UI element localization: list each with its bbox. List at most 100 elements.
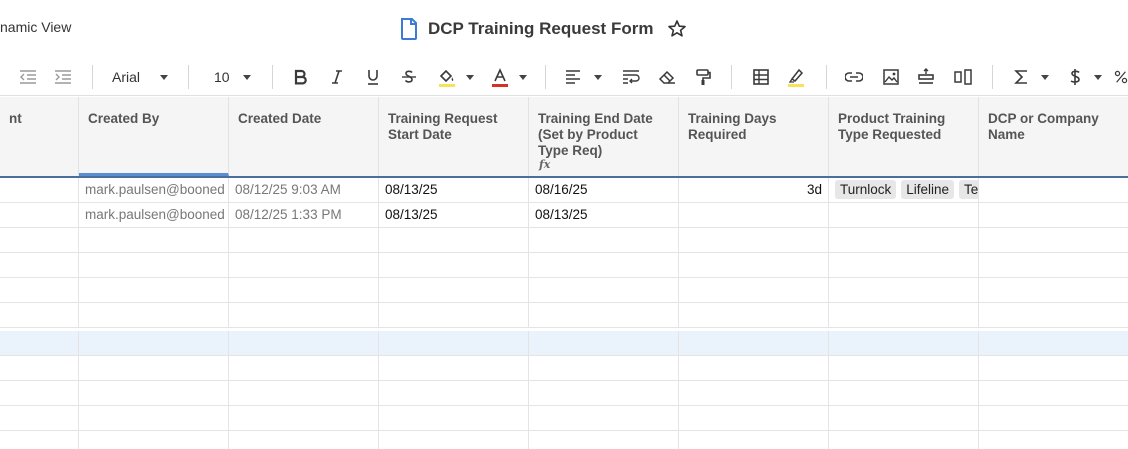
table-cell[interactable] bbox=[379, 278, 529, 303]
bold-icon[interactable] bbox=[289, 64, 311, 90]
table-cell[interactable] bbox=[0, 203, 79, 228]
table-cell[interactable]: mark.paulsen@booned bbox=[79, 203, 229, 228]
table-cell[interactable] bbox=[0, 406, 79, 431]
table-cell[interactable] bbox=[379, 431, 529, 449]
table-icon[interactable] bbox=[750, 64, 772, 90]
paint-format-icon[interactable] bbox=[692, 64, 714, 90]
table-cell[interactable]: Turnlock Lifeline Te bbox=[829, 178, 979, 203]
table-cell[interactable] bbox=[0, 331, 79, 356]
table-cell[interactable] bbox=[529, 303, 679, 328]
table-cell[interactable]: 08/16/25 bbox=[529, 178, 679, 203]
table-cell[interactable] bbox=[229, 303, 379, 328]
column-header-created-by[interactable]: Created By bbox=[79, 97, 229, 176]
table-cell[interactable] bbox=[379, 406, 529, 431]
table-cell[interactable] bbox=[79, 253, 229, 278]
table-cell[interactable] bbox=[829, 406, 979, 431]
table-cell[interactable] bbox=[79, 303, 229, 328]
table-cell[interactable] bbox=[379, 228, 529, 253]
table-cell[interactable] bbox=[0, 178, 79, 203]
table-cell[interactable] bbox=[229, 431, 379, 449]
table-cell[interactable] bbox=[679, 253, 829, 278]
table-cell[interactable] bbox=[229, 278, 379, 303]
fill-color-icon[interactable] bbox=[435, 64, 459, 90]
table-cell[interactable] bbox=[829, 253, 979, 278]
table-cell[interactable] bbox=[529, 381, 679, 406]
table-row[interactable] bbox=[0, 253, 1128, 278]
column-header-end-date[interactable]: Training End Date (Set by Product Type R… bbox=[529, 97, 679, 176]
view-selector[interactable]: namic View bbox=[0, 19, 71, 35]
row-height-icon[interactable] bbox=[915, 64, 937, 90]
table-cell[interactable] bbox=[0, 228, 79, 253]
percent-icon[interactable] bbox=[1114, 64, 1128, 90]
column-header-created-date[interactable]: Created Date bbox=[229, 97, 379, 176]
table-cell[interactable] bbox=[379, 356, 529, 381]
table-cell[interactable] bbox=[679, 406, 829, 431]
table-cell[interactable] bbox=[829, 331, 979, 356]
align-left-icon[interactable] bbox=[563, 64, 583, 90]
table-cell[interactable] bbox=[829, 303, 979, 328]
table-cell[interactable] bbox=[79, 331, 229, 356]
table-cell[interactable] bbox=[679, 381, 829, 406]
table-cell[interactable] bbox=[79, 406, 229, 431]
table-cell[interactable] bbox=[379, 303, 529, 328]
table-cell[interactable] bbox=[679, 356, 829, 381]
table-cell[interactable] bbox=[679, 331, 829, 356]
chevron-down-icon[interactable] bbox=[160, 75, 168, 80]
table-cell[interactable] bbox=[679, 303, 829, 328]
table-row[interactable] bbox=[0, 228, 1128, 253]
table-cell[interactable] bbox=[829, 356, 979, 381]
table-cell[interactable] bbox=[829, 431, 979, 449]
table-cell[interactable] bbox=[229, 253, 379, 278]
clear-format-icon[interactable] bbox=[656, 64, 678, 90]
table-cell[interactable] bbox=[529, 228, 679, 253]
table-cell[interactable] bbox=[0, 303, 79, 328]
table-cell[interactable] bbox=[529, 356, 679, 381]
table-cell[interactable] bbox=[679, 228, 829, 253]
table-cell[interactable] bbox=[379, 253, 529, 278]
table-cell[interactable] bbox=[379, 381, 529, 406]
document-title[interactable]: DCP Training Request Form bbox=[428, 19, 653, 39]
column-header-days-required[interactable]: Training Days Required bbox=[679, 97, 829, 176]
column-header-start-date[interactable]: Training Request Start Date bbox=[379, 97, 529, 176]
chevron-down-icon[interactable] bbox=[519, 75, 527, 80]
chevron-down-icon[interactable] bbox=[243, 75, 251, 80]
table-cell[interactable] bbox=[679, 278, 829, 303]
table-cell[interactable] bbox=[0, 431, 79, 449]
table-cell[interactable]: 08/13/25 bbox=[529, 203, 679, 228]
wrap-text-icon[interactable] bbox=[620, 64, 642, 90]
table-cell[interactable] bbox=[529, 406, 679, 431]
table-cell[interactable] bbox=[0, 253, 79, 278]
table-row[interactable] bbox=[0, 278, 1128, 303]
table-cell[interactable] bbox=[229, 406, 379, 431]
column-header-product-training-type[interactable]: Product Training Type Requested bbox=[829, 97, 979, 176]
outdent-icon[interactable] bbox=[16, 64, 40, 90]
chevron-down-icon[interactable] bbox=[466, 75, 474, 80]
currency-icon[interactable] bbox=[1064, 64, 1086, 90]
table-cell[interactable] bbox=[829, 278, 979, 303]
table-cell[interactable]: mark.paulsen@booned bbox=[79, 178, 229, 203]
table-cell[interactable] bbox=[679, 203, 829, 228]
table-cell[interactable] bbox=[0, 381, 79, 406]
font-size-select[interactable]: 10 bbox=[214, 64, 234, 90]
table-cell[interactable] bbox=[979, 203, 1128, 228]
table-cell[interactable] bbox=[529, 278, 679, 303]
column-icon[interactable] bbox=[952, 64, 974, 90]
image-icon[interactable] bbox=[880, 64, 902, 90]
table-cell[interactable] bbox=[379, 331, 529, 356]
strikethrough-icon[interactable] bbox=[398, 64, 420, 90]
table-cell[interactable]: 08/13/25 bbox=[379, 203, 529, 228]
text-color-icon[interactable] bbox=[488, 64, 512, 90]
table-row-highlighted[interactable] bbox=[0, 331, 1128, 356]
link-icon[interactable] bbox=[843, 64, 865, 90]
sum-icon[interactable] bbox=[1010, 64, 1032, 90]
table-cell[interactable] bbox=[529, 253, 679, 278]
table-cell[interactable] bbox=[79, 431, 229, 449]
table-cell[interactable] bbox=[0, 278, 79, 303]
indent-icon[interactable] bbox=[51, 64, 75, 90]
table-row[interactable] bbox=[0, 406, 1128, 431]
table-cell[interactable]: 08/12/25 9:03 AM bbox=[229, 178, 379, 203]
star-icon[interactable] bbox=[667, 19, 687, 39]
table-row[interactable] bbox=[0, 356, 1128, 381]
table-cell[interactable] bbox=[679, 431, 829, 449]
table-row[interactable] bbox=[0, 431, 1128, 449]
